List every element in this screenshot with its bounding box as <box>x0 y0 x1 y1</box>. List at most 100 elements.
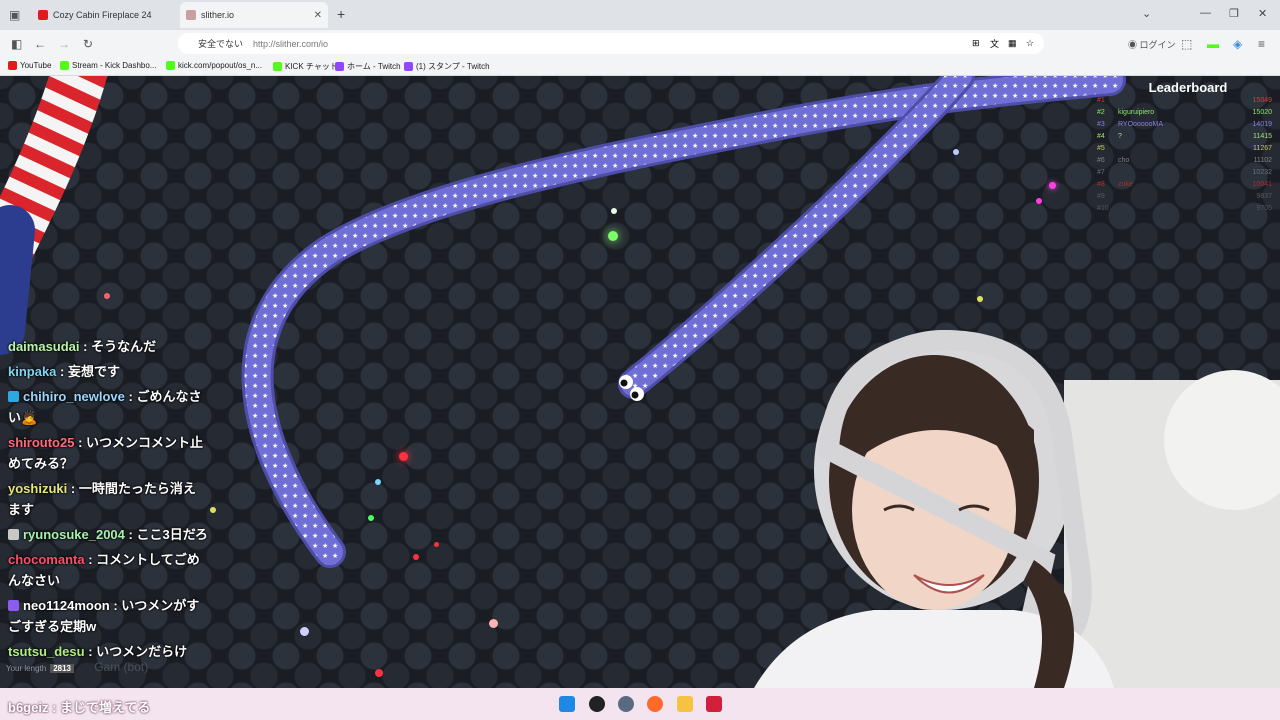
length-value: 2813 <box>50 664 74 673</box>
food-pellet <box>413 554 419 560</box>
food-pellet <box>611 208 617 214</box>
food-pellet <box>608 231 618 241</box>
bottom-chat-message: b6geiz : まじで増えてる <box>8 700 151 715</box>
chat-message: kinpaka : 妄想です <box>8 361 208 382</box>
firefox-icon[interactable] <box>647 696 663 712</box>
leaderboard-row: #6 cho 11102 <box>1090 155 1276 167</box>
leaderboard-score: 11415 <box>1253 133 1272 140</box>
webcam-overlay <box>754 329 1280 688</box>
chat-username: neo1124moon <box>23 598 110 613</box>
leaderboard-row: #2 kiguruipiero 15020 <box>1090 107 1276 119</box>
chat-separator: : <box>109 598 122 613</box>
food-pellet <box>210 507 216 513</box>
chat-username: ryunosuke_2004 <box>23 527 125 542</box>
leaderboard-row: #4? 11415 <box>1090 131 1276 143</box>
food-pellet <box>977 296 983 302</box>
leaderboard: Leaderboard #1 15049 #2 kiguruipiero 15020 #3… <box>1090 80 1276 215</box>
chat-separator: : <box>84 644 97 659</box>
leaderboard-rank: #4 <box>1097 133 1105 140</box>
leaderboard-score: 10232 <box>1252 169 1272 176</box>
leaderboard-score: 11102 <box>1253 157 1272 164</box>
leaderboard-name: zuke <box>1118 181 1133 188</box>
leaderboard-rank: #2 <box>1097 109 1105 116</box>
chat-message: shirouto25 : いつメンコメント止めてみる？ <box>8 432 208 474</box>
chat-text: いつメンだらけ <box>96 644 188 659</box>
leaderboard-row: #8 zuke 10041 <box>1090 179 1276 191</box>
app-icon[interactable] <box>706 696 722 712</box>
chat-message: tsutsu_desu : いつメンだらけ <box>8 641 208 662</box>
chat-username: chihiro_newlove <box>23 389 125 404</box>
chat-separator: : <box>56 364 68 379</box>
food-pellet <box>434 542 439 547</box>
leaderboard-name: cho <box>1118 157 1130 164</box>
length-counter: Your length 2813 Gam (bot) <box>6 660 148 674</box>
food-pellet <box>399 452 408 461</box>
leaderboard-row: #1 15049 <box>1090 95 1276 107</box>
leaderboard-row: #3 RYOoooooMA 14019 <box>1090 119 1276 131</box>
chat-username: chocomanta <box>8 552 85 567</box>
leaderboard-row: #5 11267 <box>1090 143 1276 155</box>
leaderboard-list: #1 15049 #2 kiguruipiero 15020 #3 RYOoooooMA 14… <box>1090 95 1276 215</box>
leaderboard-rank: #9 <box>1097 193 1105 200</box>
food-pellet <box>368 515 374 521</box>
leaderboard-score: 10041 <box>1252 181 1272 188</box>
leaderboard-row: #9 9837 <box>1090 191 1276 203</box>
leaderboard-row: #7 10232 <box>1090 167 1276 179</box>
leaderboard-rank: #1 <box>1097 97 1105 104</box>
leaderboard-title: Leaderboard <box>1148 80 1228 95</box>
chat-message: chocomanta : コメントしてごめんなさい <box>8 549 208 591</box>
chat-message: ryunosuke_2004 : ここ3日だろ <box>8 524 208 545</box>
chat-text: 妄想です <box>67 364 120 379</box>
chat-username: b6geiz <box>8 700 49 715</box>
chat-username: tsutsu_desu <box>8 644 85 659</box>
food-pellet <box>300 627 309 636</box>
chat-separator: : <box>124 527 137 542</box>
food-pellet <box>489 619 498 628</box>
folder-icon[interactable] <box>677 696 693 712</box>
chat-separator: : <box>67 481 79 496</box>
chat-separator: : <box>84 552 97 567</box>
leaderboard-rank: #7 <box>1097 169 1105 176</box>
food-pellet <box>104 293 110 299</box>
chat-message: neo1124moon : いつメンがすごすぎる定期w <box>8 595 208 637</box>
chat-badge-icon <box>8 529 19 540</box>
leaderboard-score: 9837 <box>1256 193 1272 200</box>
stream-chat-overlay: daimasudai : そうなんだ kinpaka : 妄想です chihiro_… <box>8 336 208 666</box>
leaderboard-row: #10 9705 <box>1090 203 1276 215</box>
leaderboard-name: RYOoooooMA <box>1118 121 1164 128</box>
chat-text: まじで増えてる <box>60 700 151 715</box>
chat-message: chihiro_newlove : ごめんなさい🙇 <box>8 386 208 428</box>
chat-badge-icon <box>8 600 19 611</box>
obs-icon[interactable] <box>589 696 605 712</box>
food-pellet <box>1036 198 1042 204</box>
chat-separator: : <box>124 389 137 404</box>
leaderboard-name: ? <box>1118 133 1122 140</box>
chat-separator: : <box>74 435 87 450</box>
chat-text: そうなんだ <box>91 339 157 354</box>
chat-username: shirouto25 <box>8 435 75 450</box>
food-pellet <box>375 669 383 677</box>
leaderboard-rank: #5 <box>1097 145 1105 152</box>
leaderboard-score: 15020 <box>1252 109 1272 116</box>
leaderboard-rank: #6 <box>1097 157 1105 164</box>
food-pellet <box>375 479 381 485</box>
chat-username: kinpaka <box>8 364 57 379</box>
leaderboard-rank: #3 <box>1097 121 1105 128</box>
bottom-taskbar: b6geiz : まじで増えてる <box>0 688 1280 720</box>
length-label: Your length <box>6 664 47 673</box>
ghost-text: Gam (bot) <box>94 660 149 674</box>
chat-badge-icon <box>8 391 19 402</box>
leaderboard-rank: #8 <box>1097 181 1105 188</box>
leaderboard-score: 15049 <box>1252 97 1272 104</box>
chat-username: yoshizuki <box>8 481 68 496</box>
food-pellet <box>953 149 959 155</box>
leaderboard-name: kiguruipiero <box>1118 109 1155 116</box>
leaderboard-rank: #10 <box>1097 205 1109 212</box>
chat-text: ここ3日だろ <box>136 527 208 542</box>
food-pellet <box>1049 182 1056 189</box>
windows-start-icon[interactable] <box>559 696 575 712</box>
settings-icon[interactable] <box>618 696 634 712</box>
leaderboard-score: 14019 <box>1252 121 1272 128</box>
chat-message: daimasudai : そうなんだ <box>8 336 208 357</box>
leaderboard-score: 11267 <box>1253 145 1272 152</box>
